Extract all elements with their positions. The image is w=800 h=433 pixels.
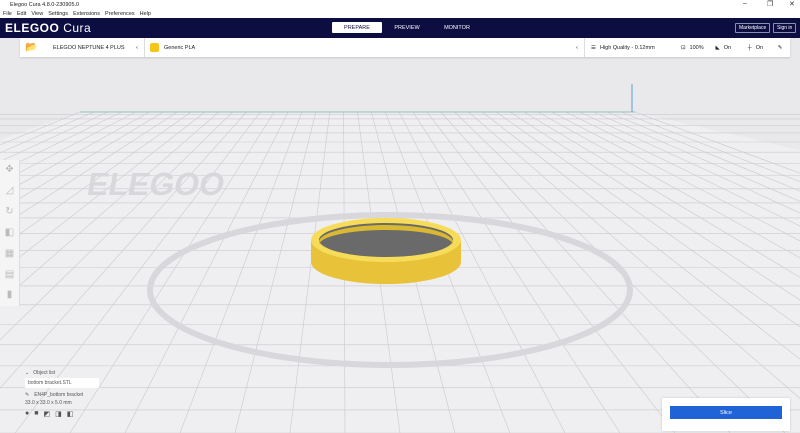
menu-file[interactable]: File — [3, 11, 12, 17]
menu-preferences[interactable]: Preferences — [105, 11, 135, 17]
object-list-header: Object list — [33, 370, 56, 376]
plate-watermark: ELEGOO — [84, 166, 227, 202]
adhesion-icon: ┼ — [747, 44, 752, 51]
tab-prepare[interactable]: PREPARE — [332, 22, 382, 33]
tab-monitor[interactable]: MONITOR — [432, 22, 482, 33]
cylinder-tool-icon[interactable]: ▮ — [5, 289, 15, 301]
menu-edit[interactable]: Edit — [17, 11, 26, 17]
rotate-tool-icon[interactable]: ↻ — [5, 206, 15, 218]
object-list-panel: ⌄ Object list bottom bracket.STL ✎ EN4P_bo… — [25, 370, 99, 418]
printer-selector[interactable]: ELEGOO NEPTUNE 4 PLUS ‹ — [43, 38, 145, 57]
profile-icon: ☰ — [591, 44, 596, 51]
support-icon: ◣ — [715, 44, 720, 51]
app-header: ELEGOO Cura PREPARE PREVIEW MONITOR Mark… — [0, 18, 800, 38]
chevron-down-icon: ⌄ — [25, 370, 30, 376]
object-list-toggle[interactable]: ⌄ Object list — [25, 370, 99, 376]
close-icon[interactable]: ✕ — [789, 0, 795, 8]
stage-toolbar: 📂 ELEGOO NEPTUNE 4 PLUS ‹ Generic PLA ‹ ☰… — [20, 38, 790, 57]
material-selector[interactable]: Generic PLA ‹ — [145, 38, 585, 57]
minimize-icon[interactable]: – — [743, 0, 747, 7]
chevron-left-icon: ‹ — [136, 44, 138, 51]
marketplace-button[interactable]: Marketplace — [735, 23, 771, 33]
adhesion-value: On — [755, 44, 764, 51]
mirror-tool-icon[interactable]: ◧ — [5, 227, 15, 239]
restore-icon[interactable]: ❐ — [767, 0, 773, 8]
stage-tabs: PREPARE PREVIEW MONITOR — [332, 22, 482, 33]
open-file-icon[interactable]: 📂 — [20, 38, 43, 57]
object-list-item[interactable]: bottom bracket.STL — [25, 378, 99, 388]
build-plate-viewport[interactable]: ELEGOO — [0, 57, 800, 433]
menu-bar: File Edit View Settings Extensions Prefe… — [0, 10, 800, 18]
support-value: On — [723, 44, 732, 51]
chevron-left-icon: ‹ — [576, 44, 578, 51]
job-name[interactable]: EN4P_bottom bracket — [34, 392, 83, 398]
per-model-settings-icon[interactable]: ▦ — [5, 248, 15, 260]
front-view-icon[interactable]: ■ — [34, 410, 38, 418]
right-view-icon[interactable]: ◧ — [67, 410, 74, 418]
pencil-icon[interactable]: ✎ — [25, 392, 29, 398]
signin-button[interactable]: Sign in — [773, 23, 797, 33]
move-tool-icon[interactable]: ✥ — [5, 164, 15, 176]
material-name: Generic PLA — [164, 44, 196, 51]
logo: ELEGOO Cura — [5, 21, 92, 35]
menu-settings[interactable]: Settings — [48, 11, 68, 17]
window-title: Elegoo Cura 4.8.0-230905.0 — [10, 2, 80, 8]
profile-name: High Quality - 0.12mm — [599, 44, 655, 51]
object-dimensions: 33.0 x 33.0 x 5.0 mm — [25, 400, 72, 406]
menu-help[interactable]: Help — [140, 11, 151, 17]
infill-icon: ⊡ — [680, 44, 686, 51]
material-icon — [150, 43, 159, 52]
3d-view-icon[interactable]: ● — [25, 410, 29, 418]
menu-extensions[interactable]: Extensions — [73, 11, 100, 17]
menu-view[interactable]: View — [31, 11, 43, 17]
tab-preview[interactable]: PREVIEW — [382, 22, 432, 33]
model-ring[interactable] — [311, 218, 461, 284]
title-bar: Elegoo Cura 4.8.0-230905.0 – ❐ ✕ — [0, 0, 800, 10]
infill-value: 100% — [689, 44, 704, 51]
support-blocker-icon[interactable]: ▤ — [5, 269, 15, 281]
scale-tool-icon[interactable]: ◿ — [5, 185, 15, 197]
top-view-icon[interactable]: ◩ — [43, 410, 50, 418]
view-buttons: ● ■ ◩ ◨ ◧ — [25, 410, 99, 418]
slice-button[interactable]: Slice — [670, 406, 782, 419]
job-name-row: ✎ EN4P_bottom bracket — [25, 392, 99, 398]
edit-settings-icon[interactable]: ✎ — [778, 45, 783, 51]
left-view-icon[interactable]: ◨ — [55, 410, 62, 418]
slice-panel: Slice — [662, 398, 790, 431]
print-settings-selector[interactable]: ☰ High Quality - 0.12mm ⊡ 100% ◣ On ┼ On ✎ — [585, 38, 790, 57]
printer-name: ELEGOO NEPTUNE 4 PLUS — [53, 44, 125, 51]
tool-sidebar: ✥ ◿ ↻ ◧ ▦ ▤ ▮ — [0, 160, 20, 306]
